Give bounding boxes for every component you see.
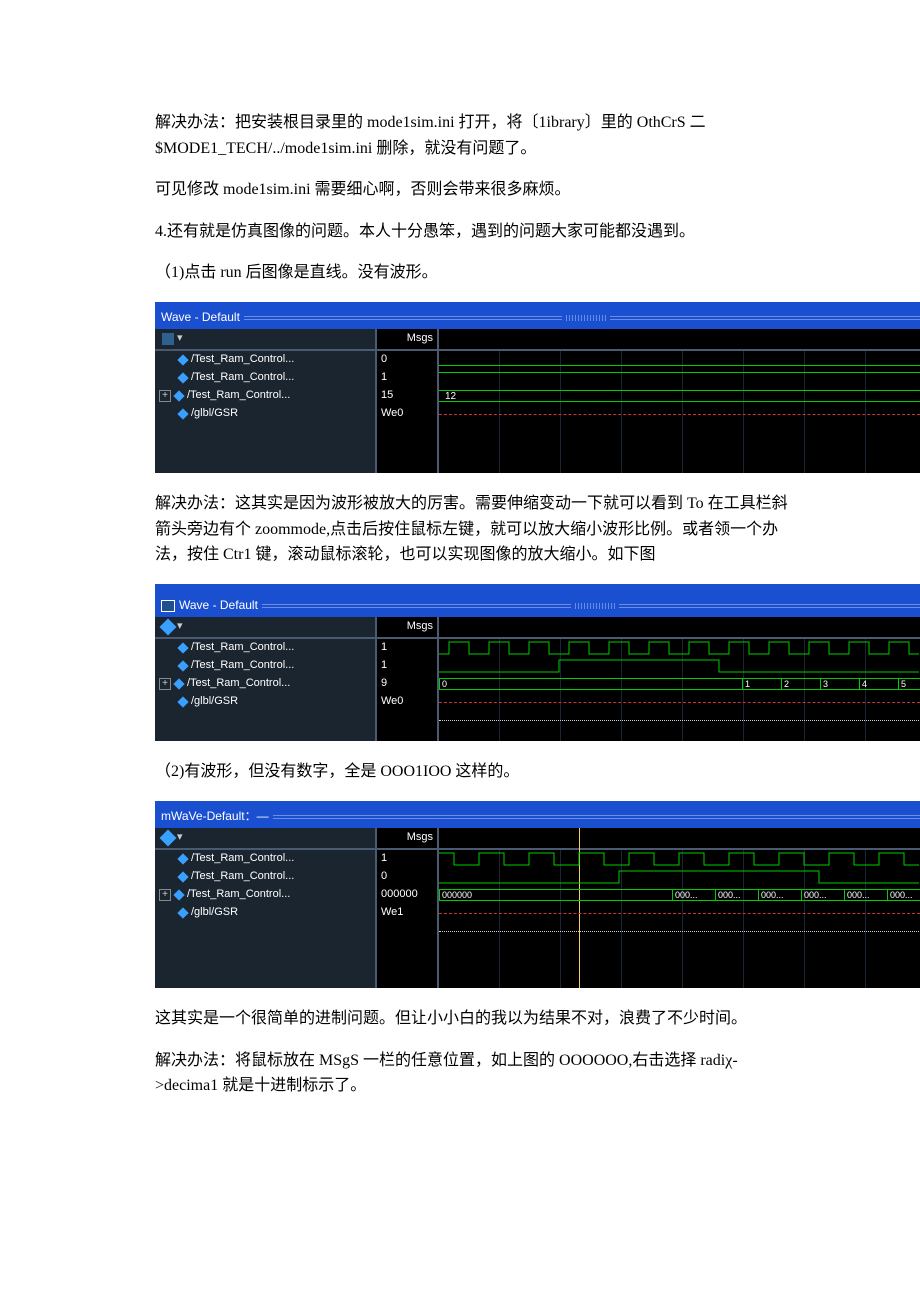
wave-title-bar[interactable]: Wave - Default	[155, 594, 920, 617]
window-icon	[161, 600, 175, 612]
wave-window-2: Wave - Default ▾ /Test_Ram_Control... /T…	[155, 584, 920, 741]
signal-diamond-icon	[177, 907, 188, 918]
signal-diamond-icon	[177, 642, 188, 653]
signal-row[interactable]: /Test_Ram_Control...	[155, 369, 375, 387]
wave-window-3: mWaVe-Default：— ▾ /Test_Ram_Control... /…	[155, 801, 920, 988]
paragraph-3: 4.还有就是仿真图像的问题。本人十分愚笨，遇到的问题大家可能都没遇到。	[155, 219, 800, 245]
clock-waveform	[439, 640, 919, 656]
msgs-value[interactable]: 1	[377, 850, 437, 868]
signal-waveform	[439, 658, 919, 674]
signal-diamond-icon	[177, 871, 188, 882]
signal-row[interactable]: /Test_Ram_Control...	[155, 351, 375, 369]
signal-row[interactable]: /Test_Ram_Control...	[155, 639, 375, 657]
drag-handle-icon[interactable]	[566, 315, 606, 321]
signal-diamond-icon	[173, 889, 184, 900]
signal-row[interactable]: /Test_Ram_Control...	[155, 387, 375, 405]
drag-handle-icon[interactable]	[575, 603, 615, 609]
wave-title-text: Wave - Default	[179, 596, 258, 615]
msgs-header: Msgs	[377, 828, 437, 850]
signal-row[interactable]: /Test_Ram_Control...	[155, 886, 375, 904]
msgs-value[interactable]: 9	[377, 675, 437, 693]
paragraph-4: （1)点击 run 后图像是直线。没有波形。	[155, 260, 800, 286]
wave-window-1: Wave - Default ▾ /Test_Ram_Control... /T…	[155, 302, 920, 473]
signal-row[interactable]: /Test_Ram_Control...	[155, 675, 375, 693]
paragraph-8: 解决办法：将鼠标放在 MSgS 一栏的任意位置，如上图的 OOOOOO,右击选择…	[155, 1048, 800, 1099]
msgs-value[interactable]: We1	[377, 904, 437, 922]
paragraph-2: 可见修改 mode1sim.ini 需要细心啊，否则会带来很多麻烦。	[155, 177, 800, 203]
paragraph-5: 解决办法：这其实是因为波形被放大的厉害。需要伸缩变动一下就可以看到 To 在工具…	[155, 491, 800, 568]
msgs-header: Msgs	[377, 617, 437, 639]
clock-waveform	[439, 851, 919, 867]
paragraph-1: 解决办法：把安装根目录里的 mode1sim.ini 打开，将〔1ibrary〕…	[155, 110, 800, 161]
msgs-header: Msgs	[377, 329, 437, 351]
wave-title-text: mWaVe-Default：—	[161, 807, 269, 826]
menu-icon[interactable]	[162, 333, 174, 345]
msgs-value[interactable]: 1	[377, 369, 437, 387]
signal-diamond-icon	[177, 696, 188, 707]
msgs-value[interactable]: 15	[377, 387, 437, 405]
signal-row[interactable]: /Test_Ram_Control...	[155, 657, 375, 675]
signal-diamond-icon	[177, 372, 188, 383]
menu-icon[interactable]	[160, 829, 177, 846]
signal-diamond-icon	[177, 853, 188, 864]
msgs-value[interactable]: 000000	[377, 886, 437, 904]
waveform-area[interactable]: 000000 000... 000... 000... 000... 000..…	[439, 828, 920, 988]
signal-row[interactable]: /glbl/GSR	[155, 904, 375, 922]
signal-diamond-icon	[177, 408, 188, 419]
waveform-area[interactable]: 0 1 2 3 4 5	[439, 617, 920, 741]
bus-value: 12	[439, 390, 920, 402]
msgs-value[interactable]: We0	[377, 405, 437, 423]
signal-diamond-icon	[173, 390, 184, 401]
signal-row[interactable]: /Test_Ram_Control...	[155, 868, 375, 886]
paragraph-7: 这其实是一个很简单的进制问题。但让小小白的我以为结果不对，浪费了不少时间。	[155, 1006, 800, 1032]
wave-title-text: Wave - Default	[161, 308, 240, 327]
signal-row[interactable]: /glbl/GSR	[155, 405, 375, 423]
msgs-value[interactable]: 0	[377, 351, 437, 369]
paragraph-6: （2)有波形，但没有数字，全是 OOO1IOO 这样的。	[155, 759, 800, 785]
bus-waveform: 000000 000... 000... 000... 000... 000..…	[439, 889, 920, 901]
wave-title-bar[interactable]: Wave - Default	[155, 306, 920, 329]
msgs-value[interactable]: We0	[377, 693, 437, 711]
signal-diamond-icon	[177, 354, 188, 365]
msgs-value[interactable]: 0	[377, 868, 437, 886]
waveform-area[interactable]: 12	[439, 329, 920, 473]
signal-waveform	[439, 869, 919, 885]
msgs-value[interactable]: 1	[377, 657, 437, 675]
msgs-value[interactable]: 1	[377, 639, 437, 657]
signal-diamond-icon	[177, 660, 188, 671]
signal-row[interactable]: /Test_Ram_Control...	[155, 850, 375, 868]
signal-row[interactable]: /glbl/GSR	[155, 693, 375, 711]
wave-title-bar[interactable]: mWaVe-Default：—	[155, 805, 920, 828]
signal-diamond-icon	[173, 678, 184, 689]
menu-icon[interactable]	[160, 619, 177, 636]
bus-waveform: 0 1 2 3 4 5	[439, 678, 920, 690]
